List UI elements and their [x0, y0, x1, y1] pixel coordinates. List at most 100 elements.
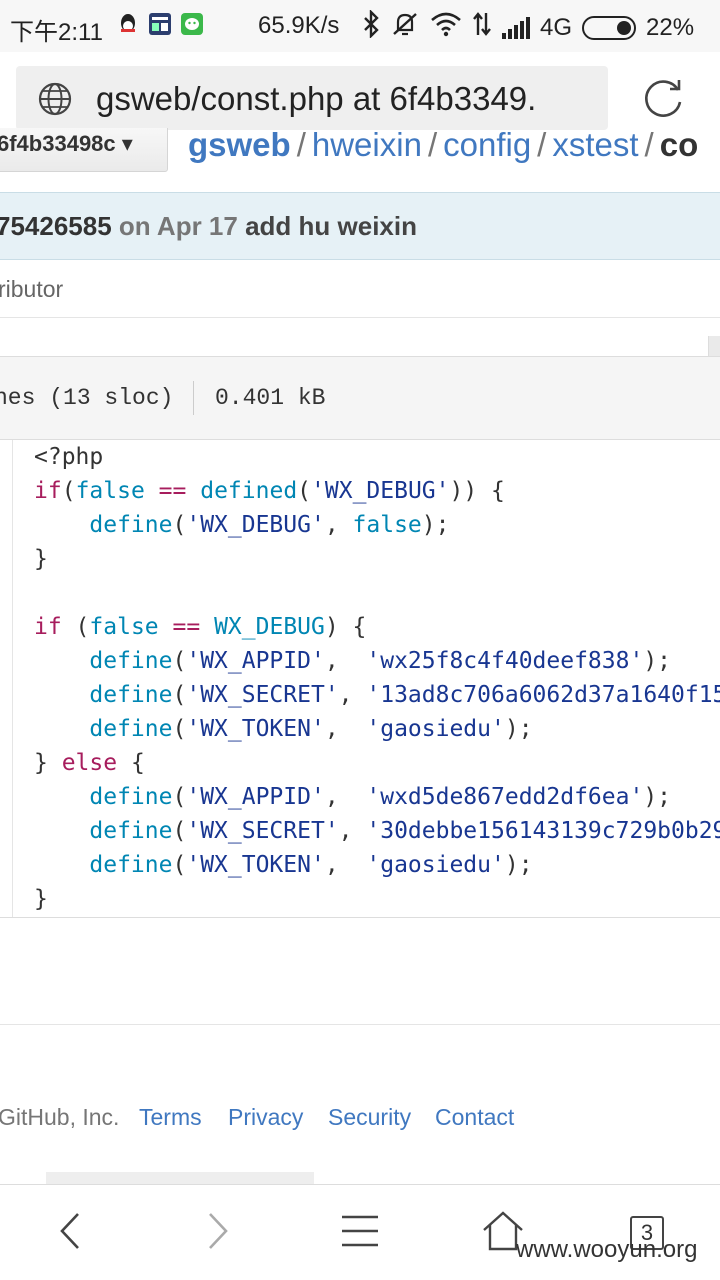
breadcrumb: gsweb / hweixin / config / xstest / co	[188, 128, 699, 163]
footer-link-security[interactable]: Security	[328, 1104, 411, 1131]
browser-bottom-nav: 3	[0, 1184, 720, 1280]
network-type: 4G	[540, 13, 573, 41]
footer-copyright: GitHub, Inc.	[0, 1104, 120, 1130]
code-line: } else {	[34, 746, 720, 780]
code-token: );	[504, 716, 533, 742]
chevron-right-icon	[202, 1211, 232, 1256]
footer-link-contact[interactable]: Contact	[435, 1104, 514, 1131]
code-line: define('WX_APPID', 'wx25f8c4f40deef838')…	[34, 644, 720, 678]
code-token: ,	[324, 716, 367, 742]
code-line: }	[34, 882, 720, 916]
code-token: define	[89, 648, 173, 674]
branch-label: 6f4b33498c ▾	[0, 131, 133, 156]
code-line: define('WX_SECRET', '30debbe156143139c72…	[34, 814, 720, 848]
menu-button[interactable]	[325, 1201, 395, 1265]
file-info-divider	[193, 381, 194, 415]
code-token: if	[34, 614, 62, 640]
code-token: ) {	[324, 614, 367, 640]
code-token: }	[34, 750, 62, 776]
code-token: define	[89, 512, 173, 538]
code-token: 'WX_APPID'	[186, 648, 325, 674]
code-token: ,	[338, 818, 367, 844]
reload-icon[interactable]	[640, 76, 686, 122]
scroll-indicator	[46, 1172, 314, 1184]
mute-icon	[390, 10, 420, 45]
contributors-row: ributor	[0, 262, 720, 318]
forward-button[interactable]	[182, 1201, 252, 1265]
commit-sha-link[interactable]: 75426585	[0, 211, 112, 241]
data-arrows-icon	[472, 11, 492, 44]
code-token: ==	[158, 478, 187, 504]
code-token: (	[297, 478, 312, 504]
url-field[interactable]: gsweb/const.php at 6f4b3349.	[16, 66, 608, 130]
code-token: '30debbe156143139c729b0b298e	[366, 818, 720, 844]
breadcrumb-link-config[interactable]: config	[443, 128, 531, 163]
status-right: 4G 22%	[362, 9, 694, 45]
breadcrumb-link-xstest[interactable]: xstest	[552, 128, 638, 163]
code-token: define	[89, 682, 173, 708]
footer-link-terms[interactable]: Terms	[139, 1104, 202, 1131]
code-token: ,	[324, 852, 367, 878]
file-size: 0.401 kB	[215, 385, 326, 411]
code-token: 'WX_SECRET'	[186, 818, 339, 844]
code-token: 'WX_TOKEN'	[186, 716, 325, 742]
browser-address-bar: gsweb/const.php at 6f4b3349.	[0, 52, 720, 138]
code-token: (	[172, 512, 187, 538]
file-line-count: nes (13 sloc)	[0, 385, 174, 411]
code-token: ,	[324, 784, 367, 810]
breadcrumb-root-link[interactable]: gsweb	[188, 128, 291, 163]
url-text: gsweb/const.php at 6f4b3349.	[96, 80, 537, 117]
code-token: if	[34, 478, 62, 504]
commit-date: on Apr 17	[111, 211, 246, 241]
wechat-icon	[180, 12, 204, 36]
file-navigation: 6f4b33498c ▾ gsweb / hweixin / config / xstest…	[0, 128, 720, 190]
app-icon	[148, 12, 172, 36]
code-token: (	[172, 784, 187, 810]
code-token: );	[504, 852, 533, 878]
code-token: define	[89, 716, 173, 742]
commit-message-link[interactable]: add hu weixin	[245, 211, 417, 241]
wifi-icon	[430, 11, 462, 44]
code-token: defined	[200, 478, 298, 504]
breadcrumb-link-hweixin[interactable]: hweixin	[312, 128, 422, 163]
file-header: nes (13 sloc) 0.401 kB	[0, 356, 720, 440]
code-token: '13ad8c706a6062d37a1640f1513	[366, 682, 720, 708]
code-lines: <?php if(false == defined('WX_DEBUG')) { …	[34, 440, 720, 916]
code-view: <?php if(false == defined('WX_DEBUG')) { …	[0, 440, 720, 918]
code-token: 'WX_APPID'	[186, 784, 325, 810]
battery-icon	[582, 15, 637, 40]
code-token: 'WX_DEBUG'	[311, 478, 450, 504]
footer-link-privacy[interactable]: Privacy	[228, 1104, 303, 1131]
branch-select-button[interactable]: 6f4b33498c ▾	[0, 128, 168, 172]
code-line: define('WX_APPID', 'wxd5de867edd2df6ea')…	[34, 780, 720, 814]
contributors-label: ributor	[0, 276, 64, 302]
code-token: }	[34, 886, 48, 912]
code-token: (	[172, 682, 187, 708]
code-token: 'WX_TOKEN'	[186, 852, 325, 878]
code-token: 'WX_DEBUG'	[186, 512, 325, 538]
code-token: );	[643, 784, 672, 810]
code-token: (	[172, 648, 187, 674]
code-token: (	[61, 614, 90, 640]
globe-icon	[38, 82, 72, 116]
code-token: <?php	[34, 444, 104, 470]
code-token: 'gaosiedu'	[366, 852, 505, 878]
code-token: false	[352, 512, 422, 538]
status-bar: 下午2:11 65.9K/s 4G 22%	[0, 0, 720, 52]
code-token: 'gaosiedu'	[366, 716, 505, 742]
code-line: define('WX_TOKEN', 'gaosiedu');	[34, 848, 720, 882]
code-token: (	[172, 818, 187, 844]
back-button[interactable]	[36, 1201, 106, 1265]
code-line: define('WX_TOKEN', 'gaosiedu');	[34, 712, 720, 746]
code-line: define('WX_SECRET', '13ad8c706a6062d37a1…	[34, 678, 720, 712]
chevron-left-icon	[56, 1211, 86, 1256]
qq-icon	[116, 12, 140, 36]
notification-icons	[116, 12, 204, 36]
